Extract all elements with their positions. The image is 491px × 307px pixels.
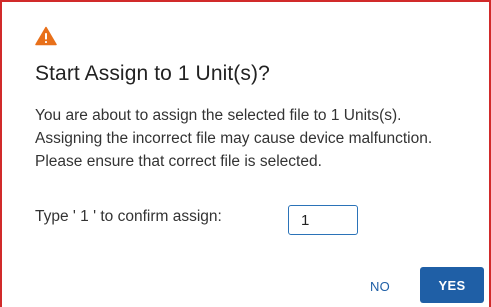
dialog-message: You are about to assign the selected fil… <box>35 104 485 173</box>
no-button[interactable]: NO <box>360 270 400 302</box>
message-line: Please ensure that correct file is selec… <box>35 153 322 170</box>
confirm-label: Type ' 1 ' to confirm assign: <box>35 208 222 225</box>
confirm-assign-dialog: Start Assign to 1 Unit(s)? You are about… <box>0 0 491 307</box>
message-line: Assigning the incorrect file may cause d… <box>35 130 433 147</box>
yes-button[interactable]: YES <box>420 267 484 303</box>
confirm-input[interactable] <box>288 205 358 235</box>
message-line: You are about to assign the selected fil… <box>35 107 402 124</box>
dialog-title: Start Assign to 1 Unit(s)? <box>35 62 270 85</box>
warning-triangle-icon <box>35 26 57 46</box>
